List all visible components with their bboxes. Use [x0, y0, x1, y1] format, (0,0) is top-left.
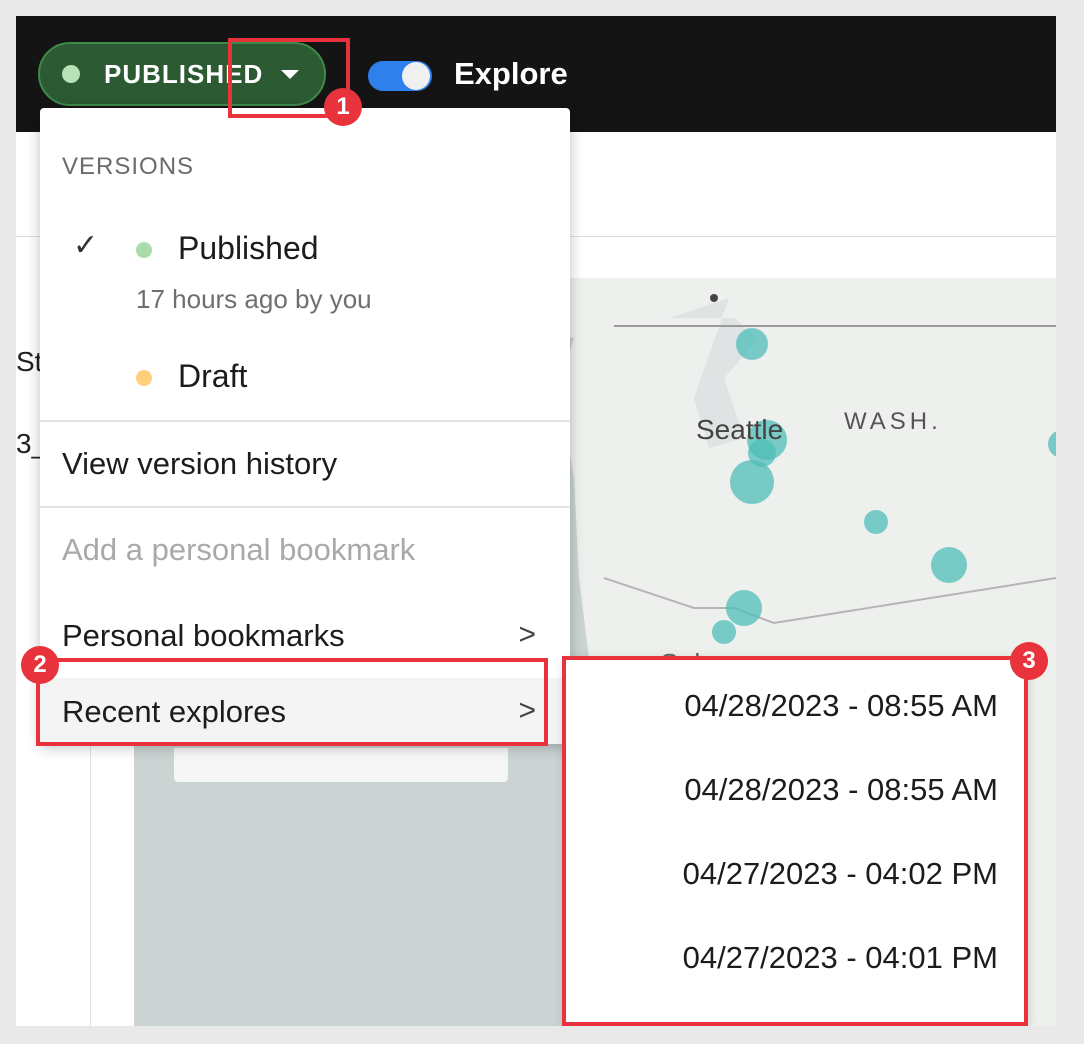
- callout-badge-2: 2: [21, 646, 59, 684]
- published-dot-icon: [136, 242, 152, 258]
- versions-menu: VERSIONS ✓ Published 17 hours ago by you…: [40, 108, 570, 744]
- map-panel: [174, 748, 508, 782]
- map-label-city: Seattle: [696, 414, 784, 445]
- version-label: Draft: [178, 358, 248, 394]
- map-marker[interactable]: [726, 590, 762, 626]
- chevron-right-icon: >: [518, 618, 536, 651]
- background-text-fragment: St: [16, 346, 43, 377]
- menu-item-label: View version history: [62, 446, 338, 481]
- map-marker[interactable]: [712, 620, 736, 644]
- explore-toggle[interactable]: [368, 61, 432, 91]
- map-city-dot: [710, 294, 718, 302]
- map-marker[interactable]: [931, 547, 967, 583]
- callout-badge-3: 3: [1010, 642, 1048, 680]
- version-option-draft[interactable]: Draft: [40, 334, 570, 404]
- map-marker[interactable]: [730, 460, 774, 504]
- checkmark-icon: ✓: [73, 229, 99, 262]
- map-label-state: WASH.: [844, 408, 942, 435]
- version-subtitle: 17 hours ago by you: [136, 284, 372, 314]
- menu-section-heading: VERSIONS: [62, 153, 195, 180]
- menu-item-label: Add a personal bookmark: [62, 532, 416, 567]
- draft-dot-icon: [136, 370, 152, 386]
- explore-label: Explore: [454, 56, 568, 91]
- version-option-published[interactable]: ✓ Published 17 hours ago by you: [40, 208, 570, 318]
- map-marker[interactable]: [736, 328, 768, 360]
- toggle-knob: [402, 62, 430, 90]
- add-personal-bookmark-item: Add a personal bookmark: [40, 508, 570, 592]
- view-version-history-item[interactable]: View version history: [40, 422, 570, 506]
- map-marker[interactable]: [864, 510, 888, 534]
- callout-badge-1: 1: [324, 88, 362, 126]
- status-dot-icon: [62, 65, 80, 83]
- callout-box-2: [36, 658, 548, 746]
- menu-item-label: Personal bookmarks: [62, 618, 345, 653]
- app-window: PUBLISHED Explore St 3_ Seattle WASH. VE…: [16, 16, 1056, 1026]
- version-label: Published: [178, 230, 319, 266]
- callout-box-3: [562, 656, 1028, 1026]
